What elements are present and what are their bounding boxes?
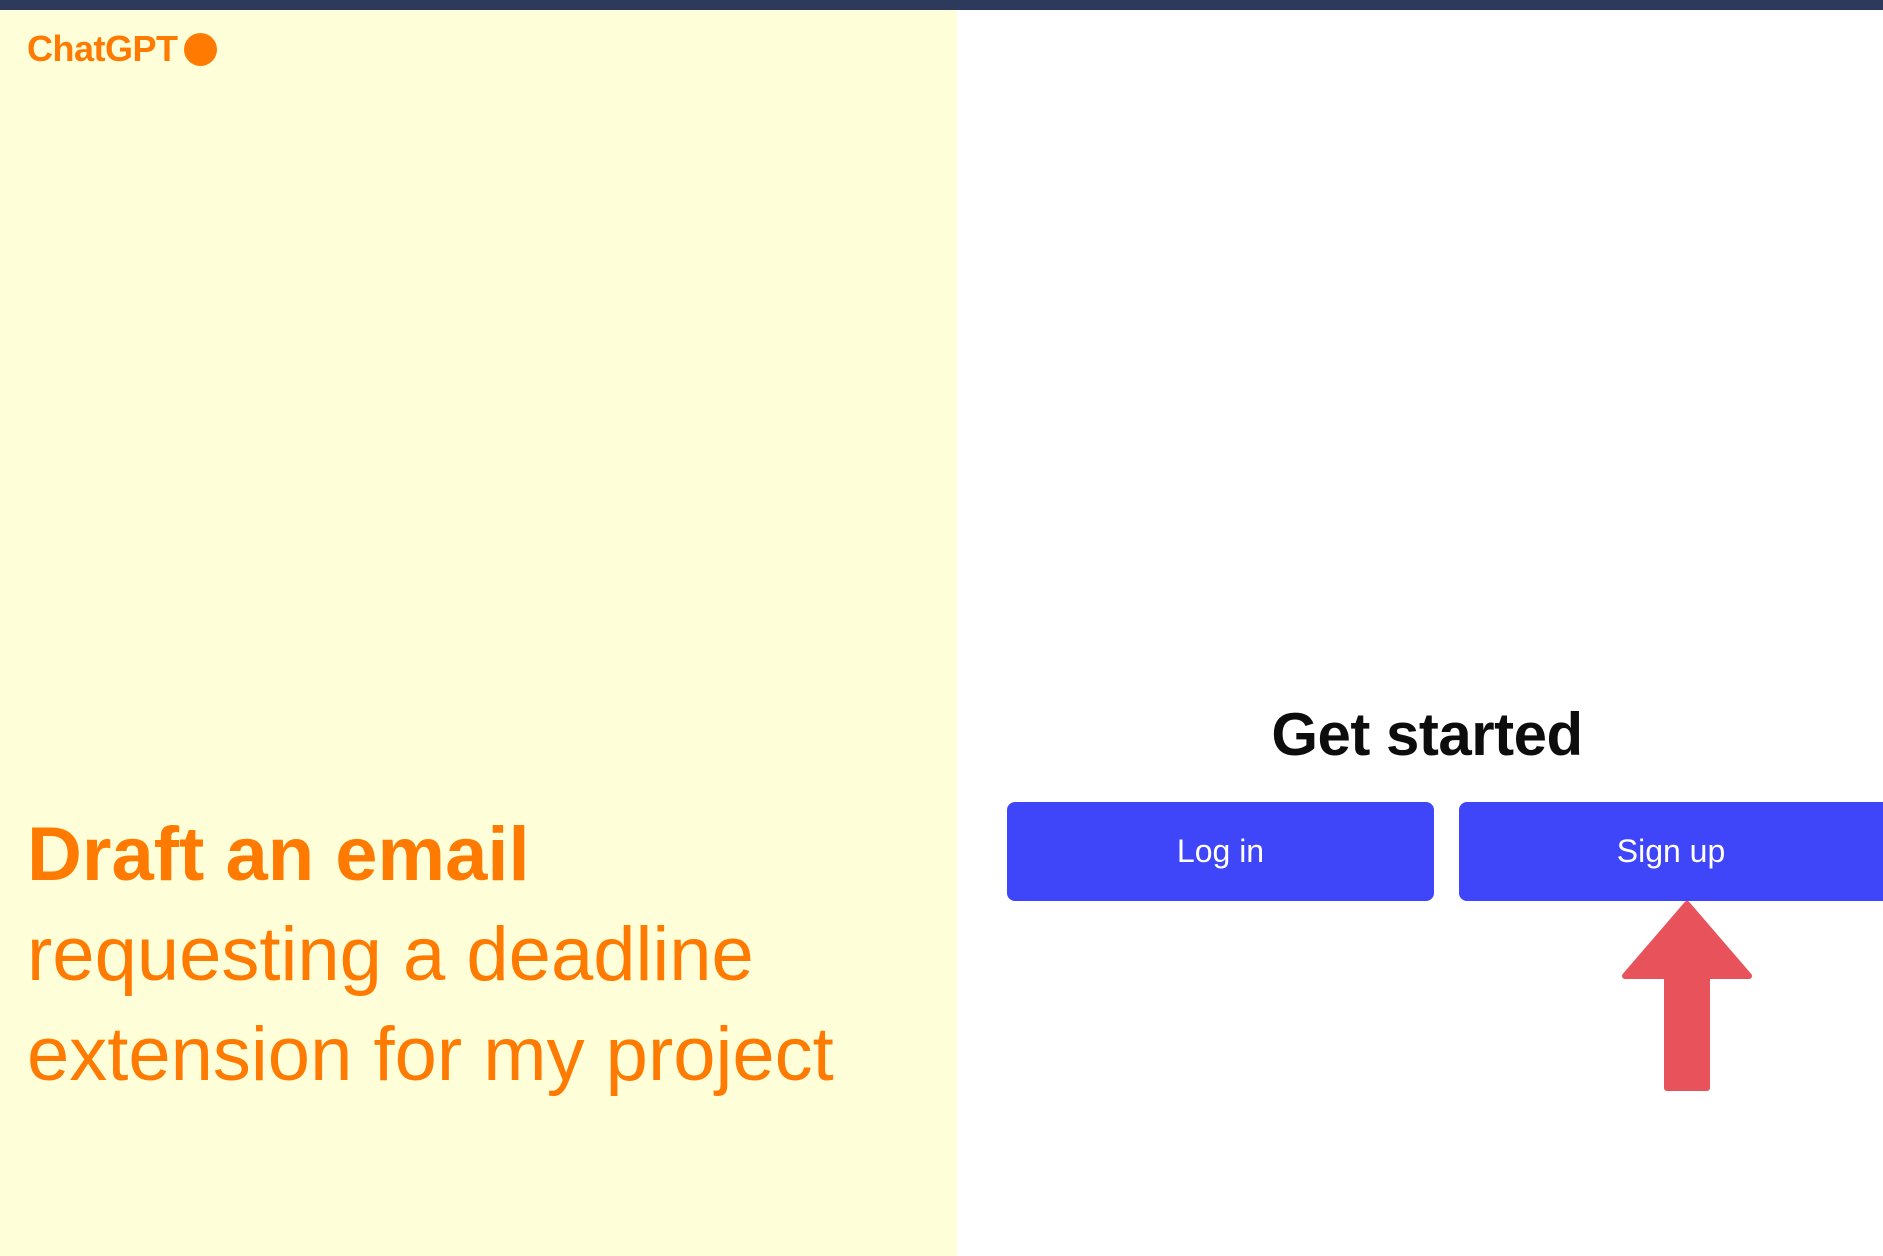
hero-panel: ChatGPT Draft an email requesting a dead… [0, 10, 957, 1256]
page-frame: ChatGPT Draft an email requesting a dead… [0, 10, 1883, 1256]
login-button[interactable]: Log in [1007, 802, 1434, 901]
logo-dot-icon [183, 32, 217, 66]
chatgpt-logo: ChatGPT [27, 28, 217, 70]
headline-bold: Draft an email [27, 812, 530, 897]
logo-text: ChatGPT [27, 28, 178, 69]
hero-headline: Draft an email requesting a deadline ext… [27, 805, 927, 1105]
arrow-up-icon [1622, 901, 1752, 1091]
get-started-title: Get started [1271, 701, 1583, 768]
auth-panel: Get started Log in Sign up [957, 10, 1883, 1256]
signup-button[interactable]: Sign up [1459, 802, 1883, 901]
headline-rest: requesting a deadline extension for my p… [27, 912, 834, 1097]
